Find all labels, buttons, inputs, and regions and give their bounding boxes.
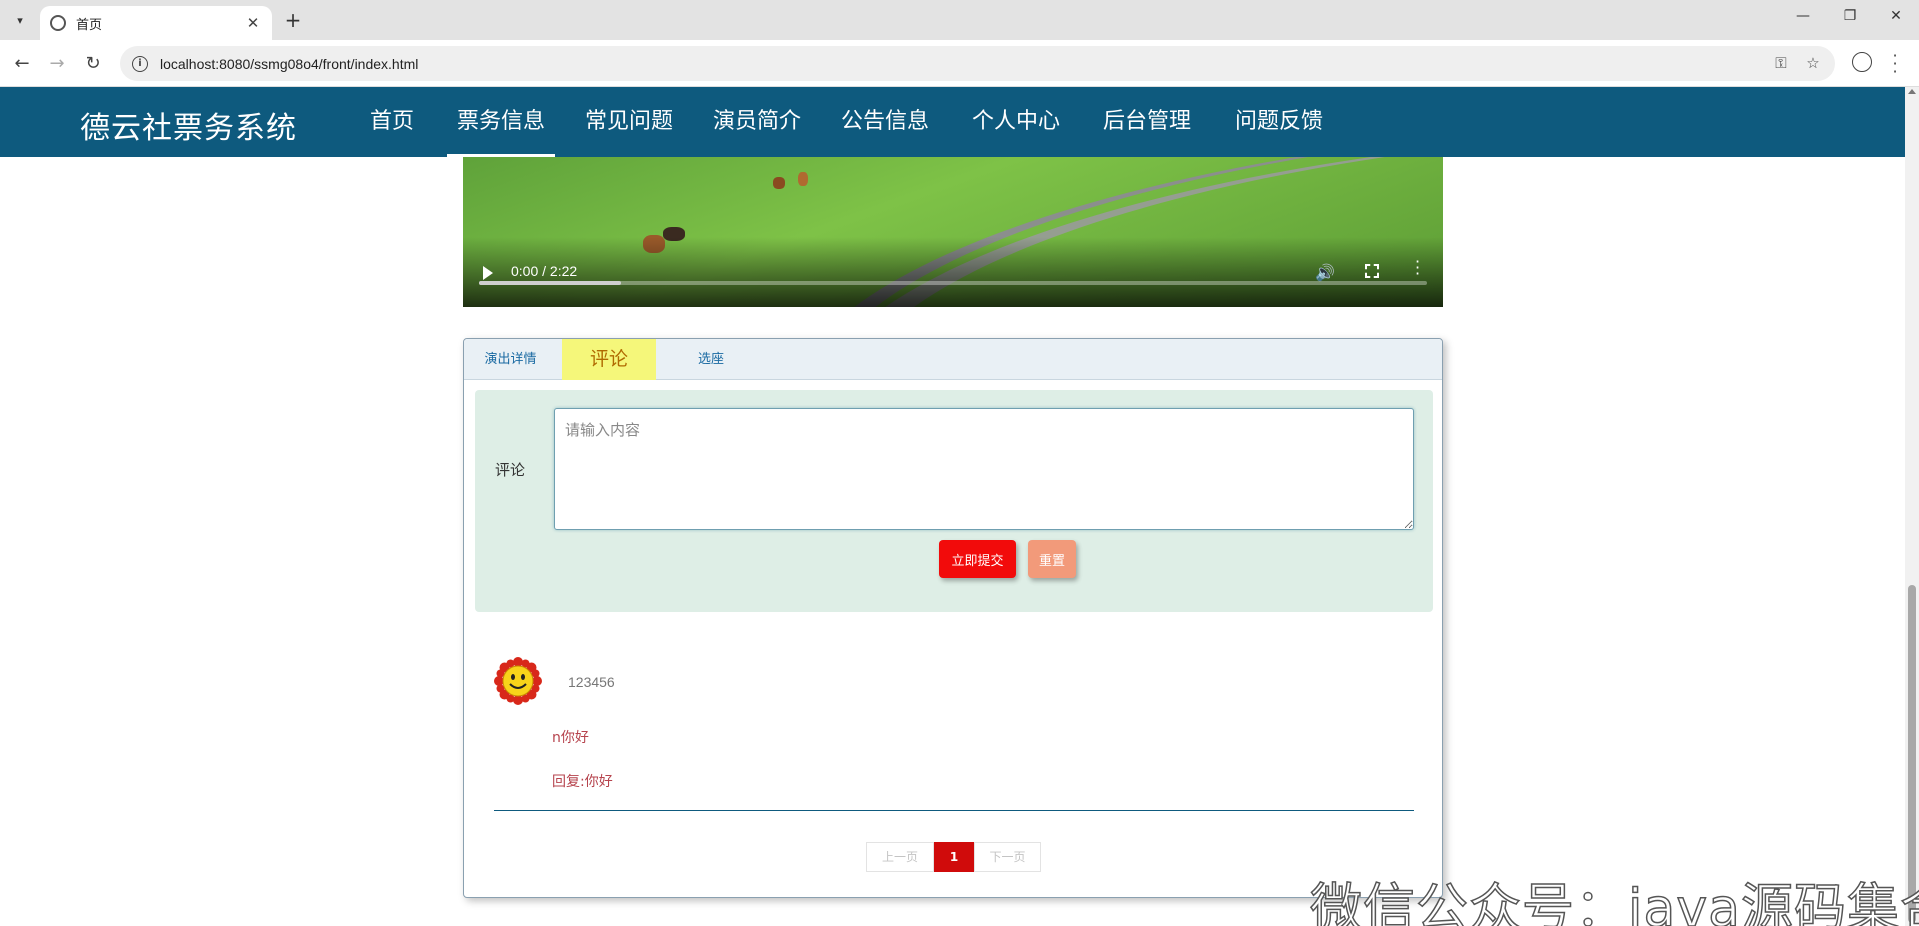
bookmark-star-icon[interactable]: ☆ bbox=[1802, 54, 1824, 72]
comment-input[interactable] bbox=[554, 408, 1414, 530]
page-scrollbar[interactable] bbox=[1905, 87, 1919, 926]
comment-label: 评论 bbox=[495, 461, 526, 479]
tab-title: 首页 bbox=[76, 17, 103, 33]
nav-admin[interactable]: 后台管理 bbox=[1103, 87, 1191, 157]
scroll-up-arrow-icon[interactable] bbox=[1908, 89, 1916, 94]
submit-button[interactable]: 立即提交 bbox=[939, 540, 1016, 578]
nav-actors[interactable]: 演员简介 bbox=[713, 87, 801, 157]
watermark-text: 微信公众号：java源码集合 bbox=[1309, 878, 1919, 926]
reset-button[interactable]: 重置 bbox=[1028, 540, 1076, 578]
video-controls: 0:00 / 2:22 🔊 · · · bbox=[463, 247, 1443, 307]
sunflower-smiley-icon bbox=[494, 657, 542, 705]
profile-icon[interactable] bbox=[1852, 52, 1872, 72]
pagination: 上一页 1 下一页 bbox=[866, 842, 1041, 872]
password-key-icon[interactable]: ⚿ bbox=[1770, 54, 1792, 72]
volume-icon[interactable]: 🔊 bbox=[1315, 263, 1335, 282]
video-player[interactable]: 0:00 / 2:22 🔊 · · · bbox=[463, 157, 1443, 307]
nav-profile[interactable]: 个人中心 bbox=[972, 87, 1060, 157]
nav-feedback[interactable]: 问题反馈 bbox=[1235, 87, 1323, 157]
comment-username: 123456 bbox=[568, 674, 615, 690]
comment-reply: 回复:你好 bbox=[552, 774, 613, 790]
current-page-button[interactable]: 1 bbox=[934, 842, 974, 872]
tab-seat-selection[interactable]: 选座 bbox=[676, 339, 746, 380]
video-progress-bar[interactable] bbox=[479, 281, 1427, 285]
comment-divider bbox=[494, 810, 1414, 811]
minimize-button[interactable]: — bbox=[1783, 8, 1823, 24]
browser-tab-active[interactable]: 首页 ✕ bbox=[40, 6, 272, 40]
tab-comments[interactable]: 评论 bbox=[562, 339, 656, 380]
video-menu-icon[interactable]: · · · bbox=[1415, 254, 1420, 282]
browser-toolbar: ← → ↻ i localhost:8080/ssmg08o4/front/in… bbox=[0, 40, 1919, 87]
panel-tabs: 演出详情 评论 选座 bbox=[464, 339, 1442, 380]
site-brand[interactable]: 德云社票务系统 bbox=[80, 103, 297, 147]
cow-figure bbox=[773, 177, 785, 189]
fullscreen-icon[interactable] bbox=[1365, 264, 1379, 278]
restore-button[interactable]: ❐ bbox=[1830, 8, 1870, 24]
nav-tickets[interactable]: 票务信息 bbox=[446, 87, 556, 157]
play-icon[interactable] bbox=[483, 266, 493, 280]
video-time: 0:00 / 2:22 bbox=[511, 263, 578, 279]
comment-text: n你好 bbox=[552, 730, 589, 746]
nav-faq[interactable]: 常见问题 bbox=[585, 87, 673, 157]
address-bar[interactable]: i localhost:8080/ssmg08o4/front/index.ht… bbox=[120, 46, 1835, 81]
cow-figure bbox=[798, 172, 808, 186]
next-page-button[interactable]: 下一页 bbox=[974, 842, 1041, 872]
nav-notices[interactable]: 公告信息 bbox=[841, 87, 929, 157]
chevron-down-icon: ▾ bbox=[17, 13, 23, 27]
globe-icon bbox=[50, 15, 66, 31]
tab-search-button[interactable]: ▾ bbox=[8, 9, 32, 31]
tab-details[interactable]: 演出详情 bbox=[464, 339, 557, 380]
site-header: 德云社票务系统 首页 票务信息 常见问题 演员简介 公告信息 个人中心 后台管理… bbox=[0, 87, 1905, 157]
browser-tabstrip: ▾ 首页 ✕ + — ❐ ✕ bbox=[0, 0, 1919, 40]
comment-form: 评论 立即提交 重置 bbox=[475, 390, 1433, 612]
close-tab-icon[interactable]: ✕ bbox=[244, 14, 262, 32]
prev-page-button[interactable]: 上一页 bbox=[866, 842, 934, 872]
forward-button[interactable]: → bbox=[45, 52, 69, 76]
reload-button[interactable]: ↻ bbox=[81, 52, 105, 76]
back-button[interactable]: ← bbox=[10, 52, 34, 76]
detail-panel: 演出详情 评论 选座 评论 立即提交 重置 123456 bbox=[463, 338, 1443, 898]
browser-menu-icon[interactable]: · · · bbox=[1890, 48, 1900, 80]
nav-home[interactable]: 首页 bbox=[370, 87, 414, 157]
url-text[interactable]: localhost:8080/ssmg08o4/front/index.html bbox=[160, 56, 418, 72]
new-tab-button[interactable]: + bbox=[282, 9, 304, 31]
close-window-button[interactable]: ✕ bbox=[1876, 8, 1916, 24]
video-buffered-bar bbox=[479, 281, 622, 285]
site-info-icon[interactable]: i bbox=[132, 55, 148, 72]
